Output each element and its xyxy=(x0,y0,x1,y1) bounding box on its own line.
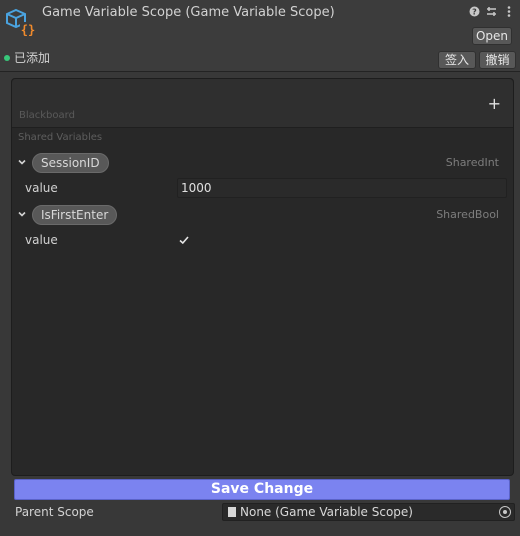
value-label: value xyxy=(25,233,58,247)
help-icon[interactable]: ? xyxy=(469,4,480,18)
checkin-button[interactable]: 签入 xyxy=(438,51,476,69)
component-title: Game Variable Scope (Game Variable Scope… xyxy=(42,5,335,20)
script-file-icon xyxy=(228,507,236,517)
inspector-header: {} Game Variable Scope (Game Variable Sc… xyxy=(0,0,520,72)
variable-row-sessionid: SessionID SharedInt xyxy=(12,151,513,175)
save-change-button[interactable]: Save Change xyxy=(14,479,510,500)
more-menu-icon[interactable] xyxy=(503,4,514,18)
open-button[interactable]: Open xyxy=(472,27,512,45)
variable-name-pill[interactable]: IsFirstEnter xyxy=(32,205,118,225)
status-label: 已添加 xyxy=(14,51,51,65)
variable-type-label: SharedBool xyxy=(436,208,499,221)
vcs-status: 已添加 xyxy=(4,49,50,66)
blackboard-title: Blackboard xyxy=(19,110,75,121)
variable-type-label: SharedInt xyxy=(445,156,499,169)
parent-scope-field[interactable]: None (Game Variable Scope) xyxy=(222,503,515,521)
blackboard-panel: Blackboard + Shared Variables SessionID … xyxy=(11,78,514,476)
svg-text:{}: {} xyxy=(21,23,35,37)
is-first-enter-checkbox[interactable] xyxy=(177,233,191,247)
value-label: value xyxy=(25,181,58,195)
revert-button[interactable]: 撤销 xyxy=(479,51,516,69)
status-dot-icon xyxy=(4,54,10,61)
shared-variables-label: Shared Variables xyxy=(18,132,103,143)
parent-scope-value: None (Game Variable Scope) xyxy=(240,505,413,519)
session-id-value-input[interactable]: 1000 xyxy=(177,178,507,198)
variable-name-pill[interactable]: SessionID xyxy=(32,153,109,173)
chevron-down-icon[interactable] xyxy=(17,209,27,219)
chevron-down-icon[interactable] xyxy=(17,157,27,167)
object-picker-icon[interactable] xyxy=(499,506,511,518)
variable-row-isfirstenter: IsFirstEnter SharedBool xyxy=(12,203,513,227)
parent-scope-label: Parent Scope xyxy=(15,505,94,519)
svg-text:?: ? xyxy=(472,7,477,16)
blackboard-header: Blackboard + xyxy=(12,79,513,128)
preset-icon[interactable] xyxy=(486,4,497,18)
variable-scope-logo-icon: {} xyxy=(6,8,36,37)
add-variable-button[interactable]: + xyxy=(488,96,501,112)
header-icon-group: ? xyxy=(469,4,514,18)
